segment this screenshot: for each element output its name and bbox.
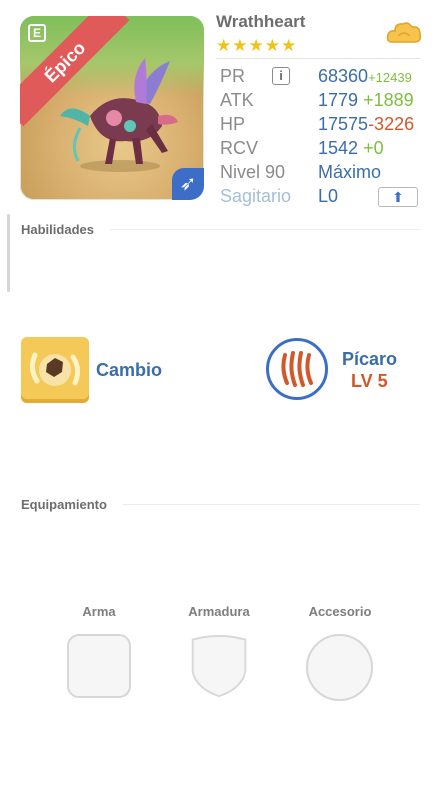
claw-art (281, 351, 313, 387)
skill-name[interactable]: Cambio (96, 360, 162, 381)
class-level: LV 5 (351, 371, 388, 391)
skills-divider (110, 229, 420, 230)
hero-card[interactable]: Épico E ➶ (20, 16, 204, 200)
arrow-icon: ➶ (172, 168, 204, 200)
stat-label-hp: HP (220, 114, 246, 134)
stat-value-pr: 68360+12439 (318, 66, 412, 87)
stat-value-atk: 1779 +1889 (318, 90, 414, 111)
cambio-skill-icon[interactable] (21, 337, 89, 403)
weapon-slot[interactable] (67, 634, 131, 698)
upgrade-button[interactable]: ⬆ (378, 187, 418, 207)
skill-art (29, 352, 81, 386)
rcv-bonus: +0 (363, 138, 384, 158)
hp-bonus: -3226 (368, 114, 415, 134)
accessory-label: Accesorio (308, 604, 372, 619)
arrow-up-icon: ⬆ (392, 189, 404, 205)
equipment-divider (122, 504, 420, 505)
armor-slot[interactable] (187, 634, 251, 698)
scroll-indicator[interactable] (7, 214, 10, 292)
hp-value: 17575 (318, 114, 369, 134)
stat-value-hp: 17575-3226 (318, 114, 414, 135)
pr-bonus: +12439 (368, 70, 412, 85)
star-rating: ★★★★★ (216, 36, 298, 55)
equipment-section-title: Equipamiento (21, 497, 107, 512)
stat-value-rcv: 1542 +0 (318, 138, 384, 159)
claw-icon[interactable] (266, 338, 328, 400)
hero-name: Wrathheart (216, 12, 306, 31)
pr-value: 68360 (318, 66, 369, 86)
level-label: Nivel 90 (220, 162, 286, 182)
atk-bonus: +1889 (363, 90, 414, 110)
cloud-icon[interactable] (386, 20, 422, 48)
info-icon[interactable]: i (272, 67, 290, 85)
stats-divider (216, 58, 420, 59)
armor-label: Armadura (188, 604, 250, 619)
stat-label-rcv: RCV (220, 138, 259, 158)
sign-label: Sagitario (220, 186, 292, 206)
sign-value: L0 (318, 186, 339, 206)
calendar-icon: E (28, 24, 46, 42)
level-value: Máximo (318, 162, 382, 182)
stat-label-atk: ATK (220, 90, 254, 110)
stat-label-pr: PR (220, 66, 246, 86)
rcv-value: 1542 (318, 138, 359, 158)
accessory-slot[interactable] (306, 634, 373, 701)
class-name: Pícaro (342, 349, 398, 369)
skills-section-title: Habilidades (21, 222, 94, 237)
weapon-label: Arma (82, 604, 116, 619)
atk-value: 1779 (318, 90, 359, 110)
